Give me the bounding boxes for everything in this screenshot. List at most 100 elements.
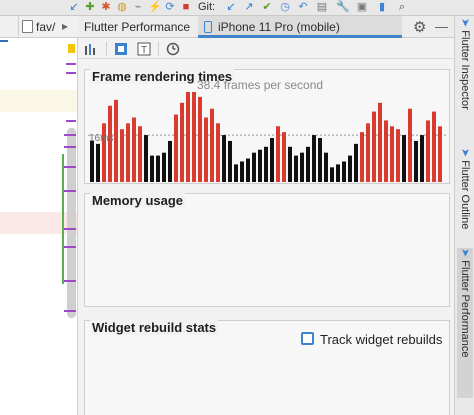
frame-bar (282, 132, 286, 182)
frame-bar (150, 155, 154, 182)
frame-bar (90, 140, 94, 182)
frame-bar (432, 111, 436, 182)
frame-bar (114, 99, 118, 182)
hot-restart-icon[interactable]: ⟳ (164, 1, 176, 13)
flutter-icon: ➤ (459, 248, 471, 258)
flutter-icon: ➤ (459, 18, 471, 28)
tab-flutter-performance[interactable]: Flutter Performance (84, 16, 190, 38)
change-marker[interactable] (64, 134, 76, 136)
plus-icon[interactable]: ✚ (84, 1, 96, 13)
frame-bar (186, 92, 190, 182)
frame-bar (348, 155, 352, 182)
debug-icon[interactable]: ✱ (100, 1, 112, 13)
change-marker[interactable] (64, 146, 76, 148)
frame-bar (240, 161, 244, 182)
frame-bar (384, 120, 388, 182)
frame-bar (168, 140, 172, 182)
arrow-icon[interactable]: ↙ (68, 1, 80, 13)
frame-bar (192, 92, 196, 182)
flutter-outline-tab[interactable]: ➤ Flutter Outline (457, 148, 473, 248)
flutter-icon: ➤ (459, 148, 471, 158)
stop-icon[interactable]: ■ (180, 1, 192, 13)
search-icon[interactable]: ⌕ (396, 1, 408, 13)
frame-bar (300, 152, 304, 182)
frame-bar (246, 158, 250, 182)
git-update-icon[interactable]: ↙ (225, 1, 237, 13)
gear-icon[interactable]: ⚙ (413, 18, 426, 36)
frame-bar (138, 126, 142, 182)
frame-bar (324, 152, 328, 182)
git-history-icon[interactable]: ◷ (279, 1, 291, 13)
change-marker[interactable] (66, 72, 76, 74)
added-lines-marker (62, 154, 64, 284)
frame-bar (234, 164, 238, 182)
frame-bar (336, 164, 340, 182)
change-marker[interactable] (64, 228, 76, 230)
frame-rendering-panel: Frame rendering times 38.4 frames per se… (84, 69, 450, 184)
performance-toolbar: T (78, 39, 454, 59)
change-marker[interactable] (66, 120, 76, 122)
frame-bar (162, 152, 166, 182)
repaint-rainbow-icon[interactable] (114, 42, 128, 56)
bar-chart-icon[interactable] (84, 42, 98, 56)
tab-device-label: iPhone 11 Pro (mobile) (218, 20, 340, 34)
frame-bar (408, 108, 412, 182)
frame-bar (96, 143, 100, 182)
change-marker[interactable] (66, 63, 76, 65)
git-commit-icon[interactable]: ✔ (261, 1, 273, 13)
frame-bar (330, 167, 334, 182)
memory-usage-title: Memory usage (90, 193, 186, 208)
frame-bar (198, 96, 202, 182)
widget-rebuild-title: Widget rebuild stats (90, 320, 219, 335)
frame-bar (144, 135, 148, 182)
frame-bar (270, 138, 274, 182)
hot-reload-icon[interactable]: ⚡ (148, 1, 162, 13)
frame-bar (288, 146, 292, 182)
text-baseline-icon[interactable]: T (137, 42, 151, 56)
change-marker[interactable] (64, 246, 76, 248)
change-marker[interactable] (64, 166, 76, 168)
track-rebuilds-label: Track widget rebuilds (320, 332, 443, 347)
warning-marker[interactable] (68, 44, 75, 53)
change-marker[interactable] (64, 310, 76, 312)
frame-bar (126, 123, 130, 182)
track-rebuilds-toggle[interactable]: Track widget rebuilds (299, 331, 449, 349)
wrench-icon[interactable]: 🔧 (336, 1, 350, 13)
attach-icon[interactable]: ⌁ (132, 1, 144, 13)
minimize-icon[interactable]: — (435, 19, 448, 34)
file-icon (22, 20, 33, 33)
flutter-inspector-tab[interactable]: ➤ Flutter Inspector (457, 18, 473, 146)
device-icon[interactable]: ▮ (376, 1, 388, 13)
git-push-icon[interactable]: ↗ (243, 1, 255, 13)
track-rebuilds-checkbox[interactable] (301, 332, 314, 345)
tab-device[interactable]: iPhone 11 Pro (mobile) (198, 16, 402, 38)
frame-bar (414, 140, 418, 182)
change-marker[interactable] (64, 280, 76, 282)
ui-builder-icon[interactable]: ▤ (316, 1, 328, 13)
frame-bar (390, 126, 394, 182)
toolbar-divider (106, 42, 107, 56)
frame-bar (132, 117, 136, 182)
frame-bar (354, 143, 358, 182)
fps-label: 38.4 frames per second (197, 78, 324, 92)
editor-tab[interactable]: fav/ ▸ (0, 16, 78, 38)
phone-icon (204, 21, 212, 33)
tab-divider (18, 16, 19, 38)
editor-scrollbar[interactable] (67, 128, 76, 318)
clock-icon[interactable] (166, 42, 180, 56)
tab-overflow-icon[interactable]: ▸ (62, 19, 68, 33)
profile-icon[interactable]: ◍ (116, 1, 128, 13)
frame-bar (228, 140, 232, 182)
flutter-inspector-label: Flutter Inspector (459, 30, 471, 110)
tool-window-tabs: Flutter Performance iPhone 11 Pro (mobil… (78, 16, 454, 38)
flutter-performance-tab[interactable]: ➤ Flutter Performance (457, 248, 473, 398)
frame-bar (306, 146, 310, 182)
change-marker[interactable] (64, 190, 76, 192)
git-label: Git: (198, 1, 216, 13)
frame-bar (366, 123, 370, 182)
layout-icon[interactable]: ▣ (356, 1, 368, 13)
git-rollback-icon[interactable]: ↶ (297, 1, 309, 13)
caret-marker (0, 40, 8, 42)
frame-bar (420, 135, 424, 182)
code-editor[interactable] (0, 16, 78, 415)
